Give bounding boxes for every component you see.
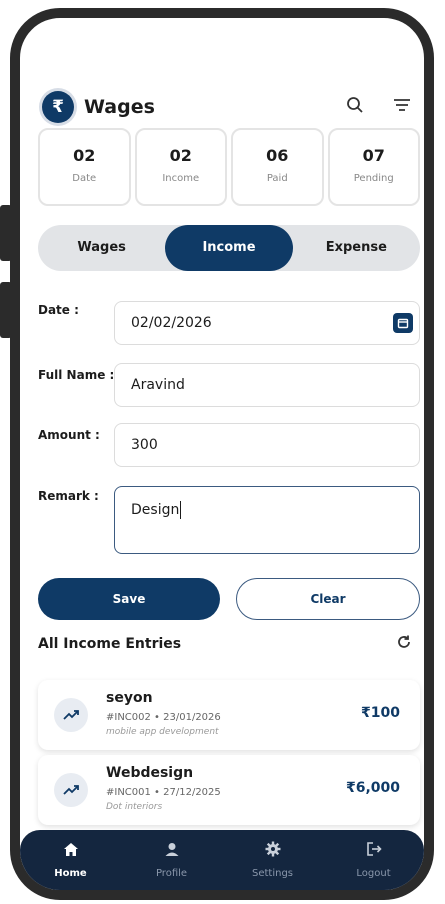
profile-icon	[164, 842, 180, 861]
amount-field[interactable]: 300	[114, 423, 420, 467]
phone-frame: ₹ Wages 02 Date 02 Income 06 Paid 07 Pen…	[10, 8, 434, 900]
date-label: Date :	[38, 303, 79, 317]
stats-row: 02 Date 02 Income 06 Paid 07 Pending	[38, 128, 420, 206]
filter-icon[interactable]	[392, 97, 412, 117]
nav-settings[interactable]: Settings	[222, 830, 323, 890]
entry-meta: #INC001 • 27/12/2025	[106, 787, 221, 798]
entry-note: Dot interiors	[106, 802, 163, 812]
refresh-icon[interactable]	[396, 634, 412, 654]
app-header: ₹ Wages	[42, 88, 412, 126]
nav-profile[interactable]: Profile	[121, 830, 222, 890]
stat-value: 07	[362, 146, 385, 165]
date-field[interactable]: 02/02/2026	[114, 301, 420, 345]
income-entry-card[interactable]: Webdesign #INC001 • 27/12/2025 Dot inter…	[38, 755, 420, 825]
amount-label: Amount :	[38, 428, 100, 442]
bottom-navigation: Home Profile Settings Logout	[20, 830, 424, 890]
app-title: Wages	[84, 96, 155, 118]
entry-note: mobile app development	[106, 727, 219, 737]
stat-label: Paid	[266, 173, 288, 184]
clear-button[interactable]: Clear	[236, 578, 420, 620]
nav-logout[interactable]: Logout	[323, 830, 424, 890]
segment-tabs: Wages Income Expense	[38, 225, 420, 271]
remark-value: Design	[131, 502, 180, 518]
save-button[interactable]: Save	[38, 578, 220, 620]
stat-label: Pending	[353, 173, 394, 184]
nav-label: Home	[54, 867, 87, 879]
nav-home[interactable]: Home	[20, 830, 121, 890]
full-name-field[interactable]: Aravind	[114, 363, 420, 407]
entry-amount: ₹100	[361, 705, 400, 721]
rupee-logo-icon: ₹	[42, 91, 74, 123]
gear-icon	[265, 841, 281, 861]
search-icon[interactable]	[346, 96, 364, 118]
entry-name: Webdesign	[106, 765, 194, 781]
tab-income[interactable]: Income	[165, 225, 293, 271]
calendar-icon[interactable]	[393, 313, 413, 333]
trending-up-icon	[54, 773, 88, 807]
stat-label: Date	[72, 173, 97, 184]
stat-label: Income	[162, 173, 200, 184]
logout-icon	[366, 841, 382, 861]
stat-card-pending: 07 Pending	[327, 128, 420, 206]
home-icon	[63, 842, 79, 861]
entry-amount: ₹6,000	[345, 780, 400, 796]
entry-meta: #INC002 • 23/01/2026	[106, 712, 221, 723]
app-screen: ₹ Wages 02 Date 02 Income 06 Paid 07 Pen…	[20, 18, 424, 890]
nav-label: Settings	[251, 868, 293, 879]
text-cursor	[180, 501, 182, 519]
full-name-value: Aravind	[131, 377, 185, 393]
stat-value: 02	[73, 146, 96, 165]
stat-card-income: 02 Income	[134, 128, 227, 206]
nav-label: Logout	[356, 868, 391, 879]
remark-label: Remark :	[38, 489, 99, 503]
stat-card-date: 02 Date	[38, 128, 131, 206]
remark-textarea[interactable]: Design	[114, 486, 420, 554]
income-entry-card[interactable]: seyon #INC002 • 23/01/2026 mobile app de…	[38, 680, 420, 750]
stat-card-paid: 06 Paid	[231, 128, 324, 206]
tab-wages[interactable]: Wages	[38, 225, 165, 271]
full-name-label: Full Name :	[38, 368, 115, 382]
trending-up-icon	[54, 698, 88, 732]
stat-value: 02	[169, 146, 192, 165]
date-value: 02/02/2026	[131, 315, 212, 331]
nav-label: Profile	[155, 867, 188, 879]
tab-expense[interactable]: Expense	[293, 225, 420, 271]
entry-name: seyon	[106, 690, 153, 706]
entries-section-title: All Income Entries	[38, 636, 182, 652]
amount-value: 300	[131, 437, 158, 453]
stat-value: 06	[266, 146, 289, 165]
